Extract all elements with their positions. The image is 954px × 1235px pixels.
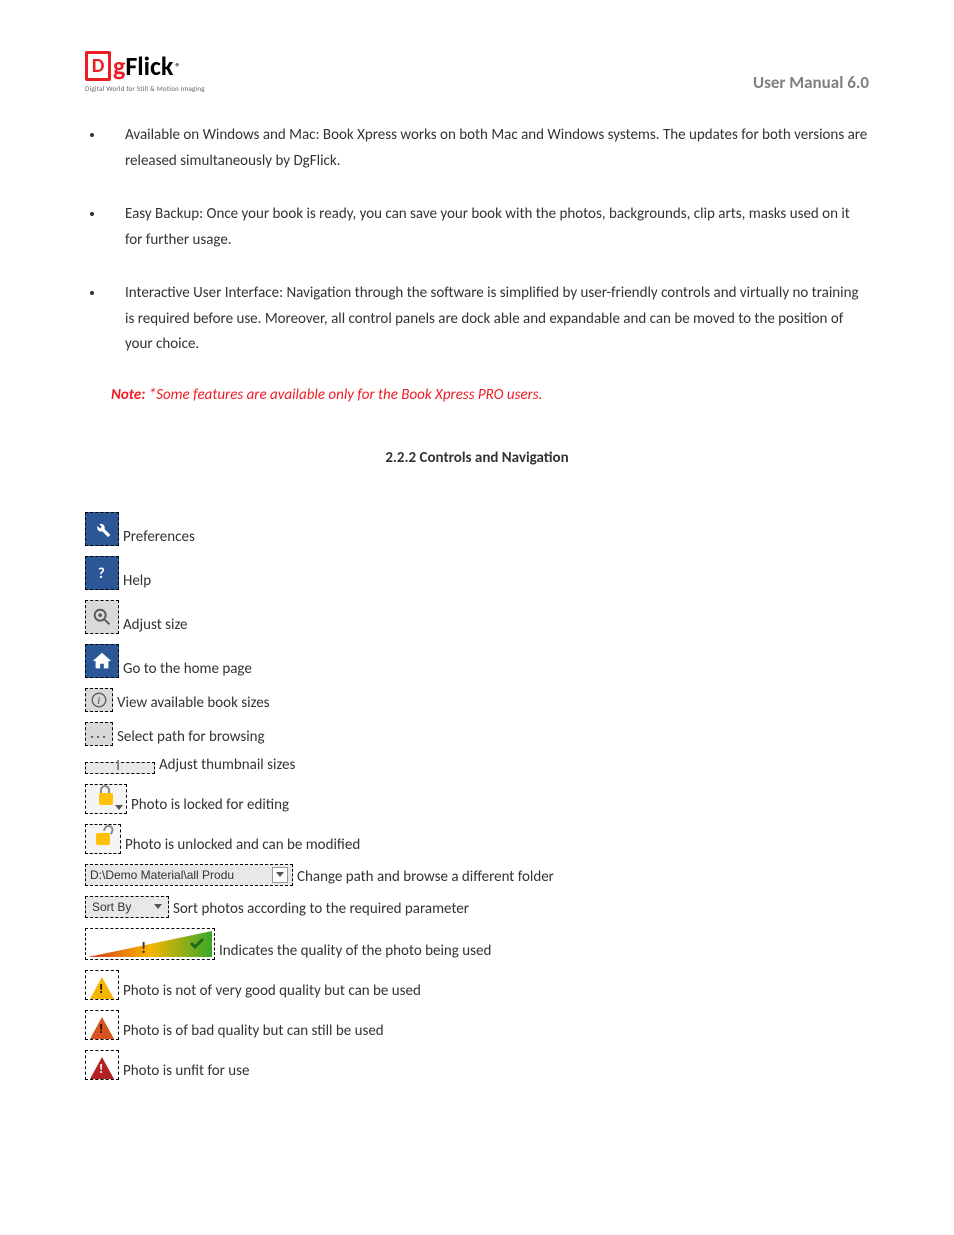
control-row: Go to the home page xyxy=(85,644,869,678)
control-label: Preferences xyxy=(123,528,195,546)
logo-reg: ® xyxy=(175,60,180,73)
control-label: Go to the home page xyxy=(123,660,252,678)
control-label: Photo is unfit for use xyxy=(123,1062,249,1080)
control-label: Select path for browsing xyxy=(117,728,265,746)
home-icon xyxy=(85,644,119,678)
control-row: i View available book sizes xyxy=(85,688,869,712)
logo-block: DgFlick® Digital World for Still & Motio… xyxy=(85,50,205,93)
feature-item: Easy Backup: Once your book is ready, yo… xyxy=(105,202,869,253)
control-row: Photo is unfit for use xyxy=(85,1050,869,1080)
svg-text:?: ? xyxy=(98,565,105,583)
feature-list: Available on Windows and Mac: Book Xpres… xyxy=(85,123,869,358)
info-icon: i xyxy=(85,688,113,712)
ellipsis-icon: ... xyxy=(85,722,113,746)
control-row: Preferences xyxy=(85,512,869,546)
control-label: View available book sizes xyxy=(117,694,270,712)
dropdown-arrow-icon xyxy=(154,904,162,909)
warning-red-icon xyxy=(85,1050,119,1080)
control-row: ! Indicates the quality of the photo bei… xyxy=(85,928,869,960)
note-line: Note: *Some features are available only … xyxy=(111,386,869,404)
control-row: Sort By Sort photos according to the req… xyxy=(85,896,869,918)
control-row: Photo is unlocked and can be modified xyxy=(85,824,869,854)
control-row: ... Select path for browsing xyxy=(85,722,869,746)
controls-list: Preferences ? Help Adjust size Go to the… xyxy=(85,512,869,1080)
control-row: Photo is of bad quality but can still be… xyxy=(85,1010,869,1040)
path-dropdown[interactable]: D:\Demo Material\all Produ xyxy=(85,864,293,886)
logo-g: g xyxy=(113,50,125,82)
feature-item: Interactive User Interface: Navigation t… xyxy=(105,281,869,358)
control-label: Adjust size xyxy=(123,616,188,634)
quality-gradient-icon: ! xyxy=(85,928,215,960)
slider-icon xyxy=(85,762,155,774)
feature-item: Available on Windows and Mac: Book Xpres… xyxy=(105,123,869,174)
help-icon: ? xyxy=(85,556,119,590)
control-label: Photo is unlocked and can be modified xyxy=(125,836,360,854)
control-row: ? Help xyxy=(85,556,869,590)
svg-text:i: i xyxy=(98,694,101,706)
control-label: Adjust thumbnail sizes xyxy=(159,756,295,774)
logo-flick: Flick xyxy=(125,50,173,82)
control-row: Photo is not of very good quality but ca… xyxy=(85,970,869,1000)
control-row: Photo is locked for editing xyxy=(85,784,869,814)
sort-dropdown[interactable]: Sort By xyxy=(85,896,169,918)
lock-icon xyxy=(85,784,127,814)
control-row: D:\Demo Material\all Produ Change path a… xyxy=(85,864,869,886)
warning-yellow-icon xyxy=(85,970,119,1000)
warning-orange-icon xyxy=(85,1010,119,1040)
manual-title: User Manual 6.0 xyxy=(753,72,869,93)
path-value: D:\Demo Material\all Produ xyxy=(90,868,234,882)
page-header: DgFlick® Digital World for Still & Motio… xyxy=(85,50,869,93)
control-row: Adjust size xyxy=(85,600,869,634)
control-label: Change path and browse a different folde… xyxy=(297,868,554,886)
control-row: Adjust thumbnail sizes xyxy=(85,756,869,774)
section-title: 2.2.2 Controls and Navigation xyxy=(85,449,869,467)
unlock-icon xyxy=(85,824,121,854)
logo-tagline: Digital World for Still & Motion Imaging xyxy=(85,84,205,93)
svg-text:!: ! xyxy=(141,939,146,958)
wrench-icon xyxy=(85,512,119,546)
note-text: *Some features are available only for th… xyxy=(149,386,543,404)
magnifier-icon xyxy=(85,600,119,634)
dgflick-logo: DgFlick® xyxy=(85,50,205,82)
control-label: Help xyxy=(123,572,151,590)
control-label: Photo is locked for editing xyxy=(131,796,289,814)
control-label: Photo is not of very good quality but ca… xyxy=(123,982,421,1000)
sort-value: Sort By xyxy=(92,900,131,914)
dropdown-arrow-icon xyxy=(272,867,288,883)
note-label: Note: xyxy=(111,386,149,404)
control-label: Indicates the quality of the photo being… xyxy=(219,942,491,960)
control-label: Photo is of bad quality but can still be… xyxy=(123,1022,384,1040)
control-label: Sort photos according to the required pa… xyxy=(173,900,469,918)
